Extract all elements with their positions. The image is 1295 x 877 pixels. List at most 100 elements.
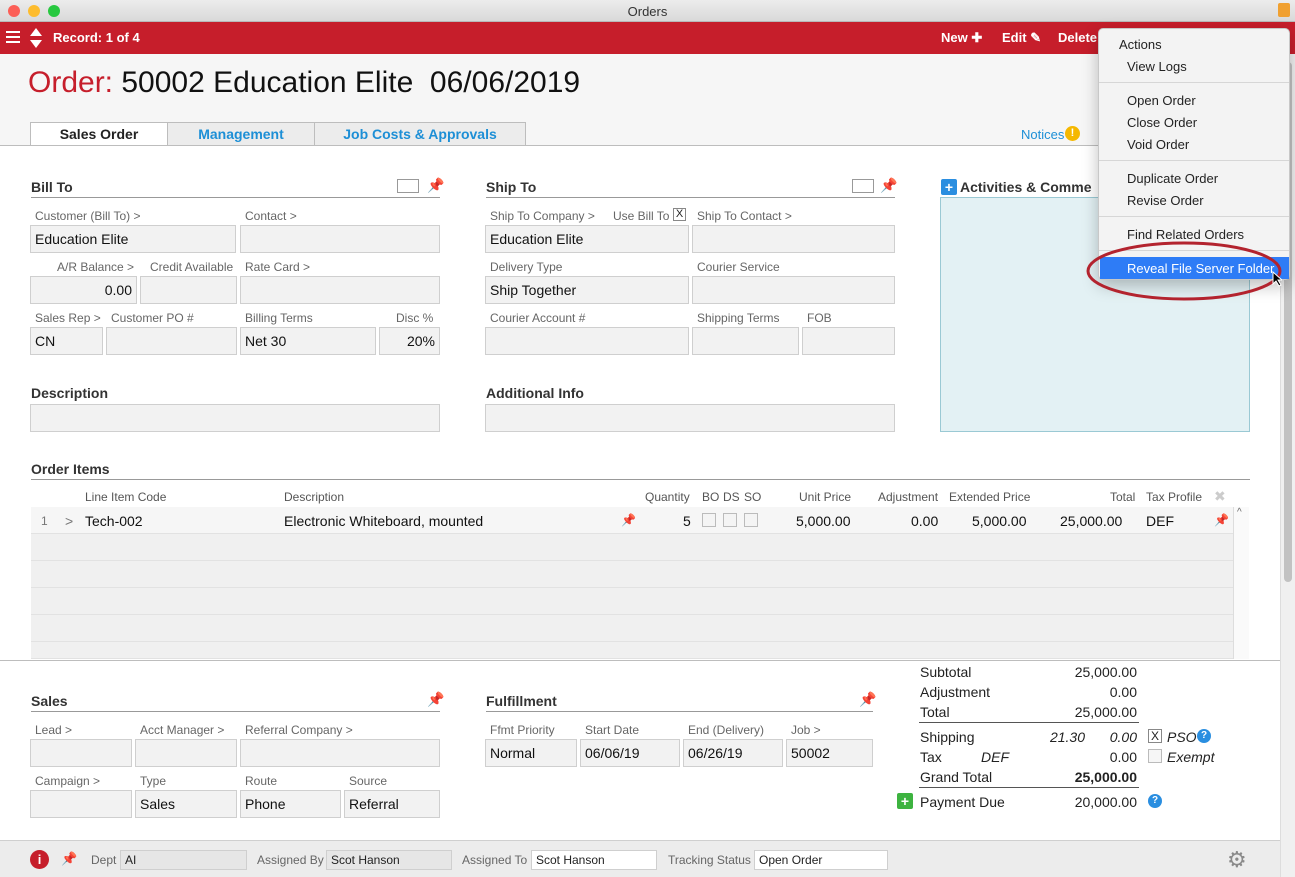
menu-item-close-order[interactable]: Close Order <box>1127 115 1197 130</box>
ship-address-card-icon[interactable] <box>852 179 874 193</box>
acct-manager-label[interactable]: Acct Manager > <box>140 723 224 737</box>
ar-balance-label[interactable]: A/R Balance > <box>57 260 134 274</box>
ship-pin-icon[interactable]: 📌 <box>880 177 897 194</box>
ship-company-label[interactable]: Ship To Company > <box>490 209 595 223</box>
col-extended-price[interactable]: Extended Price <box>949 490 1030 504</box>
contact-field[interactable] <box>240 225 440 253</box>
menu-item-view-logs[interactable]: View Logs <box>1127 59 1187 74</box>
lead-label[interactable]: Lead > <box>35 723 72 737</box>
customer-label[interactable]: Customer (Bill To) > <box>35 209 140 223</box>
table-row-empty[interactable] <box>31 642 1233 659</box>
ship-contact-field[interactable] <box>692 225 895 253</box>
row-code[interactable]: Tech-002 <box>85 513 143 529</box>
customer-po-field[interactable] <box>106 327 237 355</box>
delivery-type-field[interactable]: Ship Together <box>485 276 689 304</box>
row-pin-icon[interactable]: 📌 <box>621 513 636 527</box>
row-tax-profile[interactable]: DEF <box>1146 513 1174 529</box>
assigned-to-field[interactable]: Scot Hanson <box>531 850 657 870</box>
pso-checkbox[interactable]: X <box>1148 729 1162 743</box>
exempt-checkbox[interactable] <box>1148 749 1162 763</box>
campaign-label[interactable]: Campaign > <box>35 774 100 788</box>
pso-help-icon[interactable]: ? <box>1197 729 1211 743</box>
table-row-empty[interactable] <box>31 534 1233 561</box>
menu-item-open-order[interactable]: Open Order <box>1127 93 1196 108</box>
assigned-by-field[interactable]: Scot Hanson <box>326 850 452 870</box>
row-unit-price[interactable]: 5,000.00 <box>796 513 851 529</box>
use-bill-to-checkbox[interactable]: X <box>673 208 686 221</box>
ffmt-priority-field[interactable]: Normal <box>485 739 577 767</box>
courier-service-field[interactable] <box>692 276 895 304</box>
tab-management[interactable]: Management <box>167 122 315 146</box>
col-description[interactable]: Description <box>284 490 344 504</box>
row-so-checkbox[interactable] <box>744 513 758 527</box>
source-field[interactable]: Referral <box>344 790 440 818</box>
table-row-empty[interactable] <box>31 615 1233 642</box>
gear-icon[interactable]: ⚙ <box>1227 847 1247 873</box>
menu-item-revise-order[interactable]: Revise Order <box>1127 193 1204 208</box>
dept-field[interactable]: AI <box>120 850 247 870</box>
rate-card-label[interactable]: Rate Card > <box>245 260 310 274</box>
row-pin-right-icon[interactable]: 📌 <box>1214 513 1229 527</box>
job-label[interactable]: Job > <box>791 723 821 737</box>
job-field[interactable]: 50002 <box>786 739 873 767</box>
row-ds-checkbox[interactable] <box>723 513 737 527</box>
rate-card-field[interactable] <box>240 276 440 304</box>
hamburger-menu-icon[interactable] <box>6 30 20 44</box>
record-nav-arrows-icon[interactable] <box>29 27 43 49</box>
tab-job-costs-approvals[interactable]: Job Costs & Approvals <box>314 122 526 146</box>
col-so[interactable]: SO <box>744 490 761 504</box>
payment-help-icon[interactable]: ? <box>1148 794 1162 808</box>
col-unit-price[interactable]: Unit Price <box>799 490 851 504</box>
campaign-field[interactable] <box>30 790 132 818</box>
row-description[interactable]: Electronic Whiteboard, mounted <box>284 513 483 529</box>
contact-label[interactable]: Contact > <box>245 209 297 223</box>
items-scrollbar[interactable]: ^ <box>1233 507 1249 659</box>
edit-button[interactable]: Edit ✎ <box>1002 30 1041 46</box>
ship-contact-label[interactable]: Ship To Contact > <box>697 209 792 223</box>
menu-item-duplicate-order[interactable]: Duplicate Order <box>1127 171 1218 186</box>
sales-pin-icon[interactable]: 📌 <box>427 691 444 708</box>
menu-item-void-order[interactable]: Void Order <box>1127 137 1189 152</box>
tab-sales-order[interactable]: Sales Order <box>30 122 168 147</box>
lock-icon[interactable] <box>1278 3 1290 17</box>
end-delivery-field[interactable]: 06/26/19 <box>683 739 783 767</box>
referral-company-label[interactable]: Referral Company > <box>245 723 353 737</box>
customer-field[interactable]: Education Elite <box>30 225 236 253</box>
new-button[interactable]: New ✚ <box>941 30 982 46</box>
ship-company-field[interactable]: Education Elite <box>485 225 689 253</box>
row-bo-checkbox[interactable] <box>702 513 716 527</box>
col-line-item-code[interactable]: Line Item Code <box>85 490 166 504</box>
shipping-value[interactable]: 0.00 <box>1090 729 1137 745</box>
address-card-icon[interactable] <box>397 179 419 193</box>
col-quantity[interactable]: Quantity <box>645 490 690 504</box>
discount-field[interactable]: 20% <box>379 327 440 355</box>
courier-account-field[interactable] <box>485 327 689 355</box>
type-field[interactable]: Sales <box>135 790 237 818</box>
start-date-field[interactable]: 06/06/19 <box>580 739 680 767</box>
add-payment-icon[interactable]: + <box>897 793 913 809</box>
billing-terms-field[interactable]: Net 30 <box>240 327 376 355</box>
shipping-terms-field[interactable] <box>692 327 799 355</box>
fob-field[interactable] <box>802 327 895 355</box>
info-icon[interactable]: i <box>30 850 49 869</box>
col-adjustment[interactable]: Adjustment <box>878 490 938 504</box>
description-field[interactable] <box>30 404 440 432</box>
additional-info-field[interactable] <box>485 404 895 432</box>
notices-link[interactable]: Notices ! <box>1021 126 1080 142</box>
acct-manager-field[interactable] <box>135 739 237 767</box>
row-quantity[interactable]: 5 <box>683 513 691 529</box>
col-bo[interactable]: BO <box>702 490 719 504</box>
scroll-up-icon[interactable]: ^ <box>1237 507 1242 518</box>
add-activity-icon[interactable]: + <box>941 179 957 195</box>
referral-company-field[interactable] <box>240 739 440 767</box>
col-total[interactable]: Total <box>1110 490 1135 504</box>
sales-rep-field[interactable]: CN <box>30 327 103 355</box>
route-field[interactable]: Phone <box>240 790 341 818</box>
col-ds[interactable]: DS <box>723 490 740 504</box>
clear-icon[interactable]: ✖ <box>1214 488 1226 505</box>
footer-pin-icon[interactable]: 📌 <box>61 851 77 867</box>
sales-rep-label[interactable]: Sales Rep > <box>35 311 101 325</box>
fulfillment-pin-icon[interactable]: 📌 <box>859 691 876 708</box>
row-adjustment[interactable]: 0.00 <box>911 513 938 529</box>
pin-icon[interactable]: 📌 <box>427 177 444 194</box>
